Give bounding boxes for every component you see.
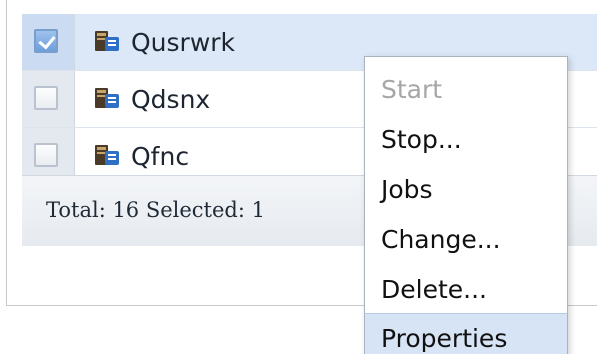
menu-item-properties[interactable]: Properties [365, 313, 567, 354]
checkbox-cell [22, 71, 75, 127]
checkbox-cell [22, 14, 75, 70]
menu-item-delete[interactable]: Delete... [365, 265, 567, 315]
menu-item-start[interactable]: Start [365, 65, 567, 115]
screen: Qusrwrk Qdsnx Qfnc Total: 16 Selected: 1… [0, 0, 597, 354]
subsystem-icon [95, 88, 119, 108]
row-name: Qfnc [131, 142, 190, 171]
context-menu: Start Stop... Jobs Change... Delete... P… [364, 56, 568, 354]
row-name: Qusrwrk [131, 28, 236, 57]
selection-summary: Total: 16 Selected: 1 [46, 198, 265, 222]
row-checkbox[interactable] [34, 29, 58, 53]
menu-item-stop[interactable]: Stop... [365, 115, 567, 165]
menu-item-jobs[interactable]: Jobs [365, 165, 567, 215]
row-checkbox[interactable] [34, 86, 58, 110]
subsystem-icon [95, 145, 119, 165]
row-checkbox[interactable] [34, 143, 58, 167]
subsystem-icon [95, 31, 119, 51]
row-name: Qdsnx [131, 85, 211, 114]
menu-item-change[interactable]: Change... [365, 215, 567, 265]
